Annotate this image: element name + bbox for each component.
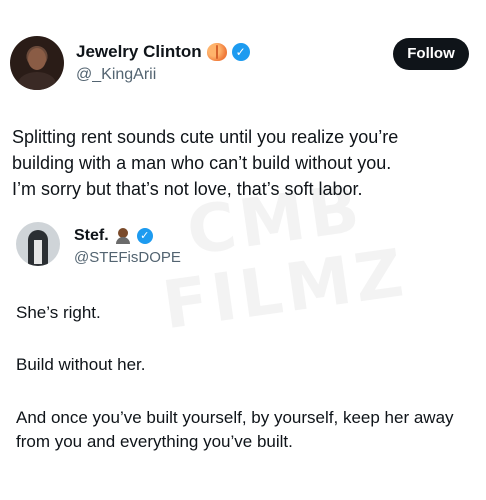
avatar-face	[28, 48, 46, 70]
author-name[interactable]: Jewelry Clinton	[76, 41, 202, 63]
author-handle[interactable]: @_KingArii	[76, 66, 156, 84]
quoted-paragraph: And once you’ve built yourself, by yours…	[16, 408, 454, 451]
quoted-author-name-row[interactable]: Stef. ✓	[74, 226, 153, 246]
tweet-text: Splitting rent sounds cute until you rea…	[12, 124, 482, 202]
tweet-text-line: Splitting rent sounds cute until you rea…	[12, 127, 399, 147]
quoted-paragraph: Build without her.	[16, 355, 146, 374]
author-name-row[interactable]: Jewelry Clinton ✓	[76, 41, 250, 63]
tweet-text-line: building with a man who can’t build with…	[12, 153, 392, 173]
peach-emoji-icon	[206, 43, 227, 61]
verified-badge-icon: ✓	[136, 228, 153, 244]
quoted-paragraph: She’s right.	[16, 303, 101, 322]
quoted-tweet[interactable]: Stef. ✓ @STEFisDOPE She’s right. Build w…	[10, 214, 476, 494]
verified-badge-icon: ✓	[231, 43, 250, 61]
avatar[interactable]	[10, 36, 64, 90]
person-emoji-icon	[115, 228, 131, 244]
quoted-author-name[interactable]: Stef.	[74, 226, 109, 246]
avatar-shirt	[34, 240, 42, 264]
avatar-body	[18, 72, 56, 90]
tweet-text-line: I’m sorry but that’s not love, that’s so…	[12, 179, 363, 199]
follow-button[interactable]: Follow	[393, 38, 469, 70]
quoted-avatar[interactable]	[16, 222, 60, 266]
quoted-author-handle[interactable]: @STEFisDOPE	[74, 249, 181, 266]
